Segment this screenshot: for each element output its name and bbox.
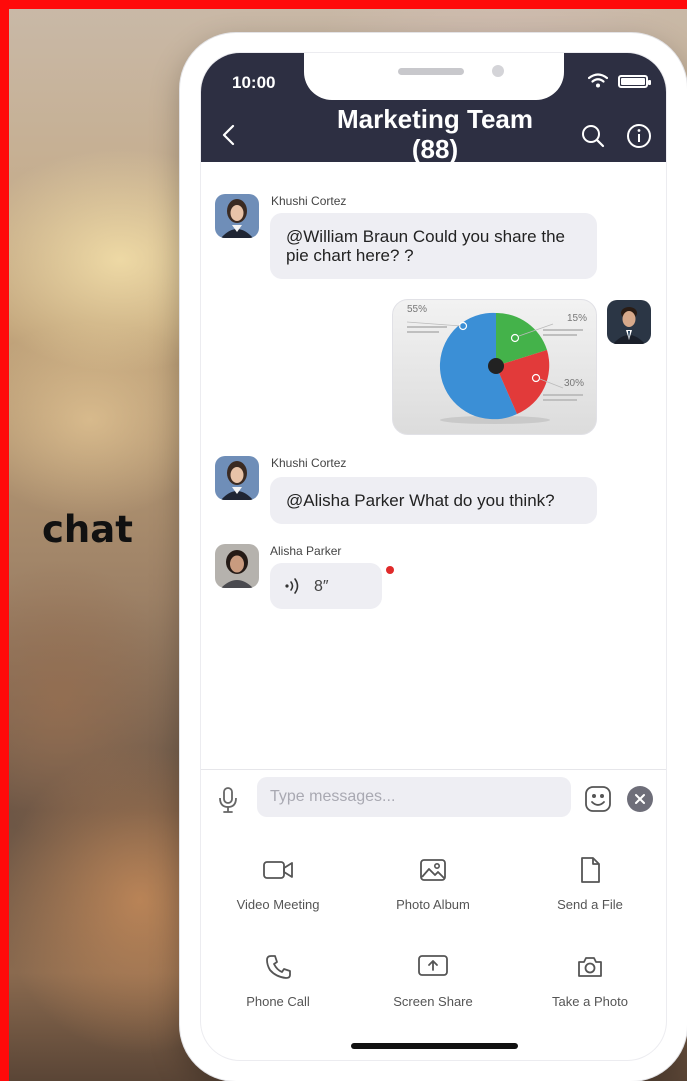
chat-screen: 10:00 Marketing Team (88) Khushi Cortez … — [200, 52, 667, 1061]
voice-duration: 8″ — [314, 578, 329, 595]
camera-icon — [578, 957, 602, 977]
front-camera — [492, 65, 504, 77]
action-label: Send a File — [557, 897, 623, 912]
message-bubble[interactable]: @William Braun Could you share the pie c… — [270, 213, 597, 279]
sender-name: Khushi Cortez — [271, 456, 347, 470]
phone-icon — [266, 955, 291, 979]
action-phone-call[interactable]: Phone Call — [213, 953, 343, 1009]
photo-icon — [420, 859, 446, 881]
chart-label: 15% — [567, 313, 587, 324]
unread-indicator — [386, 566, 394, 574]
status-time: 10:00 — [232, 73, 276, 92]
avatar-khushi-cortez[interactable] — [215, 194, 259, 238]
action-video-meeting[interactable]: Video Meeting — [213, 856, 343, 912]
action-take-photo[interactable]: Take a Photo — [525, 953, 655, 1009]
chat-header: 10:00 Marketing Team (88) — [201, 53, 666, 164]
back-arrow-icon[interactable] — [219, 123, 241, 147]
chart-label: 30% — [564, 378, 584, 389]
action-label: Screen Share — [393, 994, 473, 1009]
pie-chart-image[interactable]: 55% 15% 30% — [392, 299, 597, 435]
avatar-image — [607, 300, 651, 344]
video-camera-icon — [263, 861, 293, 879]
avatar-khushi-cortez[interactable] — [215, 456, 259, 500]
action-send-file[interactable]: Send a File — [525, 856, 655, 912]
home-indicator[interactable] — [351, 1043, 518, 1049]
pie-chart-graphic: 55% 15% 30% — [406, 304, 587, 424]
chart-label: 55% — [407, 304, 427, 315]
action-label: Take a Photo — [552, 994, 628, 1009]
phone-frame: 10:00 Marketing Team (88) Khushi Cortez … — [180, 33, 687, 1081]
wifi-icon — [588, 73, 608, 88]
action-screen-share[interactable]: Screen Share — [368, 953, 498, 1009]
sender-name: Alisha Parker — [270, 544, 342, 558]
action-label: Photo Album — [396, 897, 470, 912]
avatar-image — [215, 456, 259, 500]
avatar-image — [215, 544, 259, 588]
avatar-image — [215, 194, 259, 238]
message-input[interactable] — [257, 777, 571, 817]
info-icon[interactable] — [626, 123, 652, 149]
sender-name: Khushi Cortez — [271, 194, 347, 208]
chat-title: Marketing Team (88) — [336, 104, 533, 164]
microphone-icon[interactable] — [218, 786, 238, 814]
voice-message-bubble[interactable]: 8″ — [270, 563, 382, 609]
close-icon — [635, 794, 645, 804]
composer-divider — [201, 769, 666, 770]
file-icon — [581, 857, 600, 883]
action-label: Phone Call — [246, 994, 310, 1009]
avatar-self[interactable] — [607, 300, 651, 344]
action-label: Video Meeting — [236, 897, 320, 912]
message-bubble[interactable]: @Alisha Parker What do you think? — [270, 477, 597, 524]
action-photo-album[interactable]: Photo Album — [368, 856, 498, 912]
emoji-icon[interactable] — [584, 785, 612, 813]
phone-notch — [304, 53, 564, 100]
search-icon[interactable] — [580, 123, 606, 149]
avatar-alisha-parker[interactable] — [215, 544, 259, 588]
screen-share-icon — [418, 955, 448, 976]
side-label: chat — [42, 508, 133, 551]
voice-wave-icon — [285, 578, 299, 594]
speaker-grille — [398, 68, 464, 75]
battery-icon — [618, 75, 651, 88]
close-panel-button[interactable] — [627, 786, 653, 812]
